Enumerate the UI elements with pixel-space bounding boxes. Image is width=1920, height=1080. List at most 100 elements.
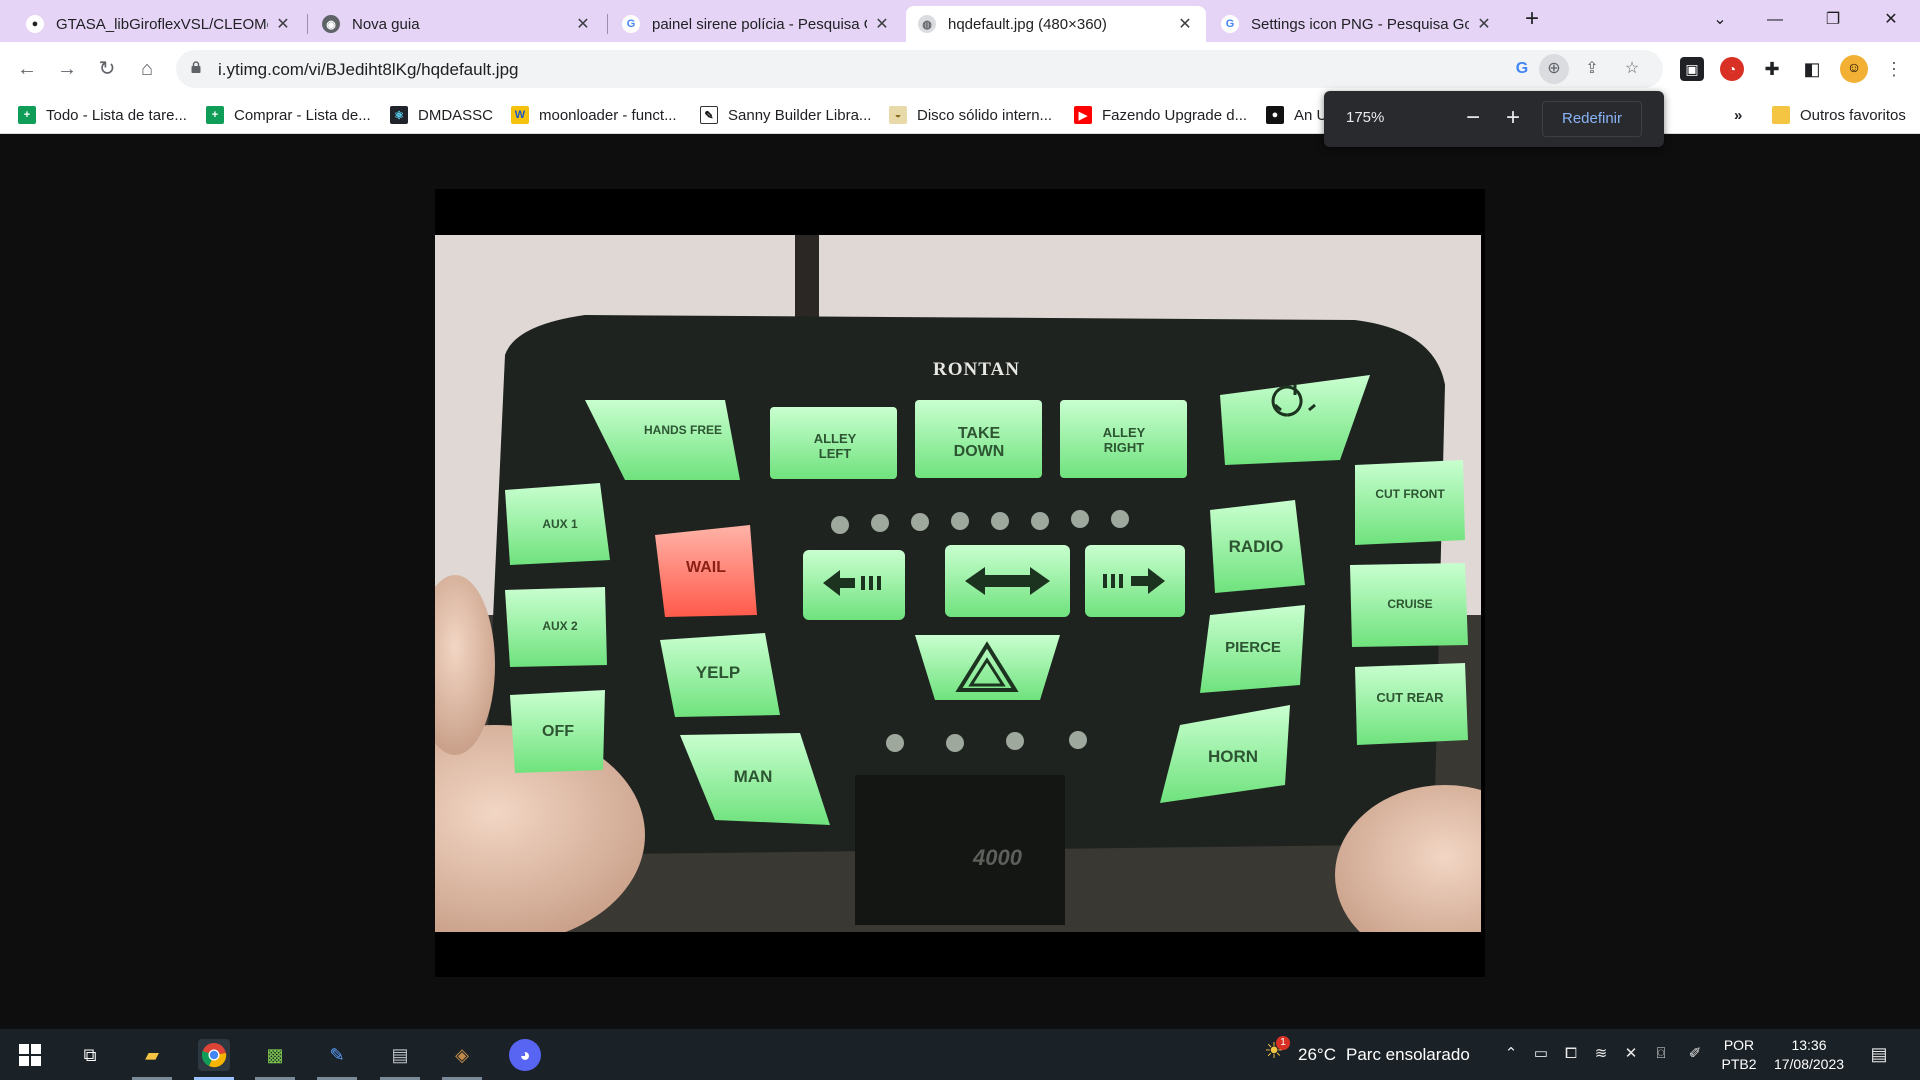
bookmark-star-icon[interactable]: ☆ — [1620, 57, 1644, 81]
reload-icon[interactable]: ↻ — [93, 55, 121, 83]
bookmark-label: Fazendo Upgrade d... — [1102, 106, 1248, 124]
google-lens-icon[interactable]: G — [1510, 57, 1534, 81]
tab-nova-guia[interactable]: ◉ Nova guia ✕ — [310, 6, 604, 42]
close-tab-icon[interactable]: ✕ — [1176, 14, 1194, 34]
file-explorer-icon[interactable]: ▰ — [136, 1039, 168, 1071]
printer-app-icon[interactable]: ▤ — [384, 1039, 416, 1071]
zoom-out-button[interactable]: − — [1459, 105, 1487, 133]
chrome-taskbar-icon[interactable] — [198, 1039, 230, 1071]
menu-dots-icon[interactable]: ⋮ — [1882, 57, 1906, 81]
language-indicator[interactable]: POR PTB2 — [1714, 1036, 1764, 1074]
bookmark-item[interactable]: + Todo - Lista de tare... — [18, 105, 187, 125]
youtube-icon: ▶ — [1074, 106, 1092, 124]
bookmark-label: moonloader - funct... — [539, 106, 677, 124]
folder-icon — [1772, 106, 1790, 124]
cut-rear-label: CUT REAR — [1376, 690, 1444, 705]
camera-icon[interactable]: ⌼ — [1650, 1043, 1672, 1065]
side-panel-icon[interactable]: ◧ — [1800, 57, 1824, 81]
bookmark-item[interactable]: W moonloader - funct... — [511, 105, 677, 125]
close-tab-icon[interactable]: ✕ — [574, 14, 592, 34]
pierce-label: PIERCE — [1225, 639, 1281, 656]
url-text[interactable]: i.ytimg.com/vi/BJediht8lKg/hqdefault.jpg — [218, 60, 519, 80]
bookmarks-overflow-button[interactable]: » — [1734, 105, 1742, 125]
bookmark-item[interactable]: ⚛ DMDASSC — [390, 105, 493, 125]
windows-start-icon[interactable] — [14, 1039, 46, 1071]
restore-button[interactable]: ❐ — [1810, 6, 1856, 34]
model-number: 4000 — [973, 845, 1022, 870]
tab-title: painel sirene polícia - Pesquisa G... — [652, 15, 867, 33]
alley-right-label: ALLEY RIGHT — [1102, 425, 1146, 455]
tab-separator — [307, 14, 308, 34]
browser-toolbar: ← → ↻ ⌂ i.ytimg.com/vi/BJediht8lKg/hqdef… — [0, 42, 1920, 96]
tray-chevron-icon[interactable]: ⌃ — [1500, 1043, 1522, 1065]
language-code: POR — [1723, 1037, 1755, 1053]
weather-widget[interactable]: 26°C Parc ensolarado — [1298, 1029, 1470, 1080]
bookmark-item[interactable]: ● An U — [1266, 105, 1327, 125]
zoom-in-button[interactable]: + — [1499, 105, 1527, 133]
tab-gtasa[interactable]: ● GTASA_libGiroflexVSL/CLEOMod... ✕ — [14, 6, 304, 42]
speaker-muted-icon[interactable]: ✕ — [1620, 1043, 1642, 1065]
minimize-button[interactable]: — — [1752, 6, 1798, 34]
close-tab-icon[interactable]: ✕ — [873, 14, 891, 34]
home-icon[interactable]: ⌂ — [133, 55, 161, 83]
bookmark-label: DMDASSC — [418, 106, 494, 124]
bookmark-label: Todo - Lista de tare... — [46, 106, 187, 124]
clock[interactable]: 13:36 17/08/2023 — [1764, 1036, 1854, 1074]
new-tab-button[interactable]: + — [1520, 7, 1544, 32]
other-bookmarks-label: Outros favoritos — [1800, 106, 1906, 124]
image-app-icon[interactable]: ▩ — [259, 1039, 291, 1071]
bookmark-item[interactable]: ◒ Disco sólido intern... — [889, 105, 1052, 125]
zoom-icon[interactable]: ⊕ — [1539, 54, 1569, 84]
share-icon[interactable]: ⇪ — [1580, 57, 1604, 81]
bookmark-item[interactable]: + Comprar - Lista de... — [206, 105, 371, 125]
tab-search-button[interactable]: ⌄ — [1697, 6, 1743, 34]
tab-title: Nova guia — [352, 15, 420, 33]
bookmark-item[interactable]: ✎ Sanny Builder Libra... — [700, 105, 871, 125]
wifi-icon[interactable]: ≋ — [1590, 1043, 1612, 1065]
github-icon: ● — [26, 15, 44, 33]
zoom-reset-button[interactable]: Redefinir — [1542, 101, 1642, 137]
editor-app-icon[interactable]: ✎ — [321, 1039, 353, 1071]
google-icon: G — [1221, 15, 1239, 33]
weather-temp: 26°C — [1298, 1044, 1336, 1064]
lock-icon[interactable] — [190, 61, 202, 73]
close-tab-icon[interactable]: ✕ — [1475, 14, 1493, 34]
weather-text: Parc ensolarado — [1345, 1044, 1470, 1064]
discord-icon[interactable]: ◕ — [509, 1039, 541, 1071]
clock-date: 17/08/2023 — [1773, 1056, 1845, 1072]
brand-logo: RONTAN — [933, 359, 1020, 380]
forward-arrow-icon[interactable]: → — [53, 55, 81, 83]
tab-painel-sirene[interactable]: G painel sirene polícia - Pesquisa G... … — [610, 6, 903, 42]
extensions-puzzle-icon[interactable]: ✚ — [1760, 57, 1784, 81]
sheets-icon: + — [18, 106, 36, 124]
weather-badge: 1 — [1276, 1036, 1290, 1050]
tab-hqdefault[interactable]: ◍ hqdefault.jpg (480×360) ✕ — [906, 6, 1206, 42]
tab-title: Settings icon PNG - Pesquisa Go... — [1251, 15, 1469, 33]
zoom-popup: 175% − + Redefinir — [1324, 91, 1664, 147]
tab-title: GTASA_libGiroflexVSL/CLEOMod... — [56, 15, 268, 33]
react-icon: ⚛ — [390, 106, 408, 124]
notifications-icon[interactable]: ▤ — [1868, 1043, 1890, 1065]
bookmark-item[interactable]: ▶ Fazendo Upgrade d... — [1074, 105, 1247, 125]
google-icon: G — [622, 15, 640, 33]
siren-panel-photo[interactable]: RONTAN 4000 HANDS FREE ALLEY LEFT TAKE D… — [435, 235, 1481, 932]
keyboard-layout: PTB2 — [1721, 1056, 1757, 1072]
extension-red-icon[interactable]: ◔ — [1720, 57, 1744, 81]
back-arrow-icon[interactable]: ← — [13, 55, 41, 83]
other-bookmarks-folder[interactable]: Outros favoritos — [1772, 105, 1906, 125]
battery-icon[interactable]: ▭ — [1530, 1043, 1552, 1065]
close-tab-icon[interactable]: ✕ — [274, 14, 292, 34]
address-bar[interactable]: i.ytimg.com/vi/BJediht8lKg/hqdefault.jpg… — [176, 50, 1663, 88]
tab-settings-icon[interactable]: G Settings icon PNG - Pesquisa Go... ✕ — [1209, 6, 1505, 42]
close-window-button[interactable]: ✕ — [1868, 6, 1914, 34]
medium-icon: ● — [1266, 106, 1284, 124]
task-view-icon[interactable]: ⧉ — [74, 1039, 106, 1071]
display-icon[interactable]: ⧠ — [1560, 1043, 1582, 1065]
windows-taskbar: ⧉ ▰ ▩ ✎ ▤ ◈ ◕ ☀ 1 26°C Parc ensolarado ⌃… — [0, 1029, 1920, 1080]
profile-avatar[interactable]: ☺ — [1840, 55, 1868, 83]
bookmark-label: Comprar - Lista de... — [234, 106, 371, 124]
game-app-icon[interactable]: ◈ — [446, 1039, 478, 1071]
extension-icon[interactable]: ▣ — [1680, 57, 1704, 81]
pen-icon[interactable]: ✐ — [1684, 1043, 1706, 1065]
take-down-label: TAKE DOWN — [953, 425, 1005, 460]
